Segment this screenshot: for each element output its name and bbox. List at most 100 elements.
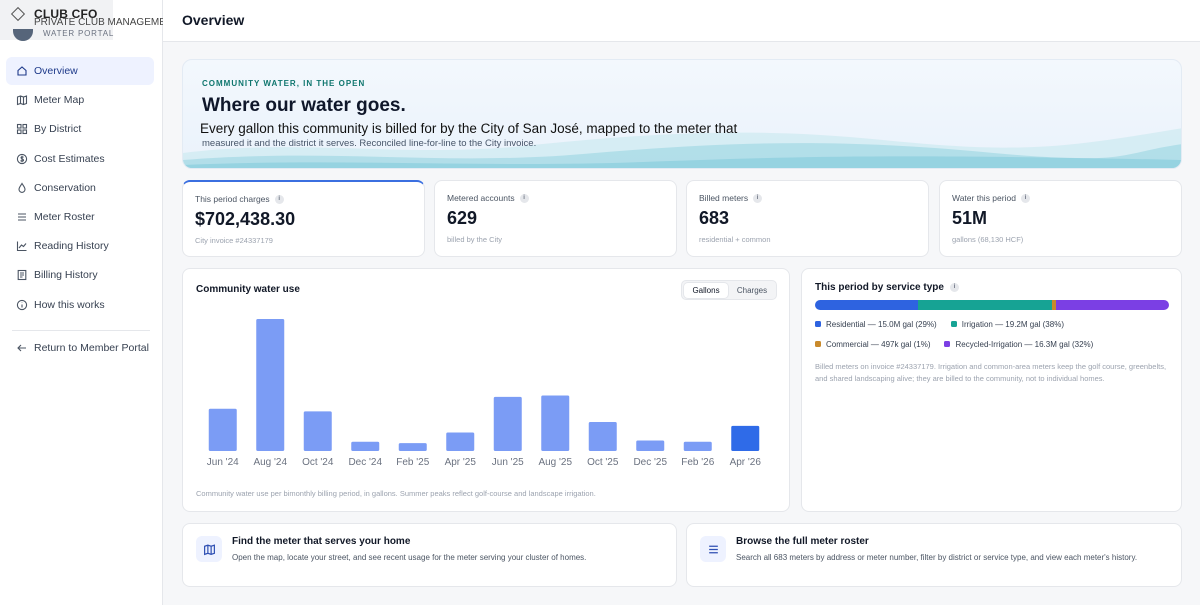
info-icon[interactable]: i [753,193,763,203]
list-icon [700,536,726,562]
legend-label: Recycled-Irrigation — 16.3M gal (32%) [955,339,1094,349]
find-meter-card[interactable]: Find the meter that serves your home Ope… [182,523,677,587]
bar-jun-24[interactable] [208,408,237,451]
legend-swatch [944,341,951,347]
portal-label: WATER PORTAL [43,29,115,38]
toggle-gallons[interactable]: Gallons [684,283,728,298]
legend-item-residential: Residential — 15.0M gal (29%) [815,320,937,329]
legend-swatch [815,321,821,327]
x-tick-label: Feb '25 [396,457,429,468]
action-title: Browse the full meter roster [736,536,869,547]
hero-banner: COMMUNITY WATER, IN THE OPEN Where our w… [182,59,1182,169]
return-to-member-portal-link[interactable]: Return to Member Portal [6,334,154,362]
card-title: This period by service type [815,282,944,293]
sidebar-item-label: How this works [34,298,105,311]
kpi-value: $702,438.30 [195,209,296,229]
kpi-label: Billed meters [699,193,749,203]
kpi-value: 51M [952,208,988,228]
service-type-card: This period by service type i Residential… [801,268,1182,512]
bar-apr-26[interactable] [731,425,760,451]
sidebar-item-how-this-works[interactable]: How this works [6,291,154,319]
kpi-metered-accounts: Metered accounts i 629 billed by the City [434,180,677,257]
service-type-stacked-bar [815,300,1169,310]
sidebar-item-cost-estimates[interactable]: Cost Estimates [6,145,154,173]
sidebar-item-label: Overview [34,65,78,77]
page-title: Overview [182,12,245,28]
info-icon[interactable]: i [949,283,959,292]
sidebar-item-overview[interactable]: Overview [6,57,154,85]
bar-dec-24[interactable] [351,441,380,451]
sidebar-item-reading-history[interactable]: Reading History [6,232,154,260]
x-tick-label: Aug '24 [253,457,287,468]
chart-footnote: Community water use per bimonthly billin… [196,489,596,498]
bar-aug-25[interactable] [541,395,570,451]
line-chart-icon [16,240,28,252]
bar-dec-25[interactable] [636,440,665,451]
topbar: Overview [163,0,1200,42]
bar-feb-25[interactable] [398,443,427,451]
legend-label: Irrigation — 19.2M gal (38%) [961,319,1064,329]
sidebar-item-label: Reading History [34,240,109,253]
dollar-icon [16,153,28,165]
kpi-value: 629 [447,208,478,228]
bar-feb-26[interactable] [683,441,712,451]
info-icon[interactable]: i [274,194,284,204]
kpi-water-this-period: Water this period i 51M gallons (68,130 H… [939,180,1182,257]
legend-label: Commercial — 497k gal (1%) [826,339,931,349]
sidebar-item-label: By District [34,123,82,136]
x-tick-label: Dec '25 [633,457,667,468]
sidebar-item-meter-roster[interactable]: Meter Roster [6,203,154,231]
brand-tagline: PRIVATE CLUB MANAGEMENT [34,17,180,28]
home-icon [16,65,28,77]
grid-icon [16,123,28,135]
x-tick-label: Feb '26 [681,457,714,468]
sidebar-divider [12,330,150,331]
x-tick-label: Aug '25 [538,457,572,468]
service-type-legend: Residential — 15.0M gal (29%) Irrigation… [815,318,1175,358]
sidebar-item-meter-map[interactable]: Meter Map [6,86,154,114]
sidebar-item-label: Meter Roster [34,210,95,223]
legend-swatch [815,341,821,347]
sidebar-item-label: Cost Estimates [34,152,105,165]
sidebar-item-billing-history[interactable]: Billing History [6,261,154,289]
hero-description-detail: measured it and the district it serves. … [202,138,537,149]
sidebar-item-label: Meter Map [34,94,85,107]
receipt-icon [16,269,28,281]
x-tick-label: Apr '26 [730,457,762,468]
droplet-icon [16,182,28,194]
x-tick-label: Jun '25 [492,457,524,468]
sidebar-item-by-district[interactable]: By District [6,115,154,143]
segment-residential[interactable] [815,300,918,310]
browse-roster-card[interactable]: Browse the full meter roster Search all … [686,523,1182,587]
sidebar-nav: Overview Meter Map By District Cost Esti… [6,57,154,320]
water-use-bar-chart: Jun '24 Aug '24 Oct '24 Dec '24 Feb '25 Apr '… [207,319,762,468]
info-icon [16,299,28,311]
bar-jun-25[interactable] [493,396,522,451]
bar-aug-24[interactable] [256,319,285,451]
sidebar-item-label: Billing History [34,269,98,282]
kpi-subtext: gallons (68,130 HCF) [952,235,1024,244]
x-tick-label: Apr '25 [445,457,477,468]
info-icon[interactable]: i [519,193,529,203]
segment-recycled-irrigation[interactable] [1055,300,1169,310]
kpi-subtext: City invoice #24337179 [195,236,273,245]
kpi-label: Water this period [952,193,1016,203]
unit-toggle: Gallons Charges [681,280,777,300]
bar-oct-25[interactable] [588,421,617,451]
sidebar-item-conservation[interactable]: Conservation [6,174,154,202]
info-icon[interactable]: i [1020,193,1030,203]
legend-label: Residential — 15.0M gal (29%) [826,319,937,329]
sidebar: CLUB CFO PRIVATE CLUB MANAGEMENT WATER P… [0,0,179,605]
kpi-period-charges: This period charges i $702,438.30 City in… [182,180,425,257]
segment-irrigation[interactable] [917,300,1053,310]
card-title: Community water use [196,284,300,295]
action-title: Find the meter that serves your home [232,536,411,547]
service-type-note: Billed meters on invoice #24337179. Irri… [815,362,1167,383]
kpi-label: Metered accounts [447,193,515,203]
toggle-charges[interactable]: Charges [730,283,774,298]
bar-oct-24[interactable] [303,411,332,451]
x-tick-label: Jun '24 [207,457,239,468]
community-water-use-card: Community water use Gallons Charges Jun … [182,268,790,512]
bar-apr-25[interactable] [446,432,475,451]
hero-title: Where our water goes. [202,95,406,116]
